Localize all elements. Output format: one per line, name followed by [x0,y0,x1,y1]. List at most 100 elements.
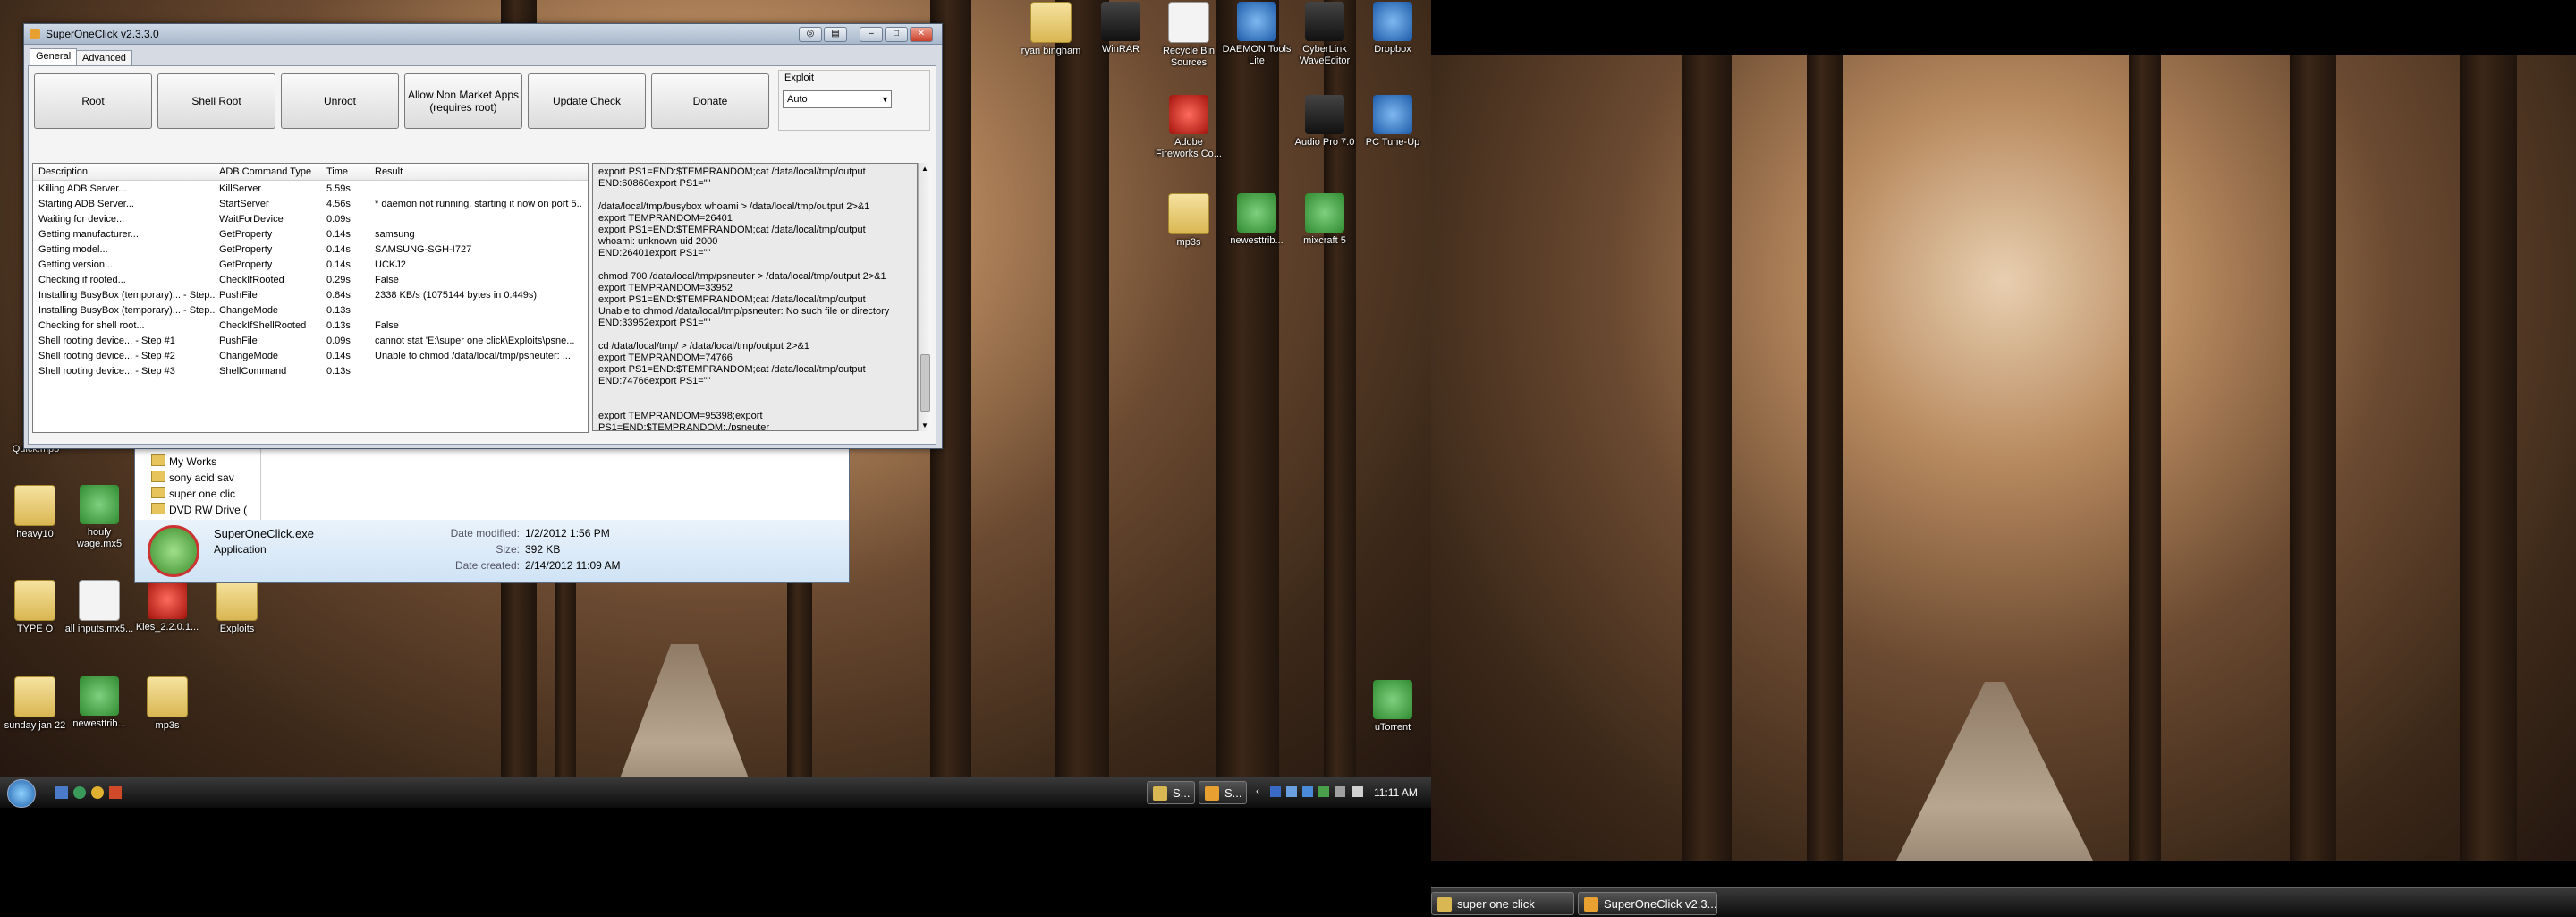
desktop-icon[interactable]: PC Tune-Up [1358,95,1428,149]
desktop-icon[interactable]: WinRAR [1086,2,1156,55]
cell-time: 4.56s [326,199,351,209]
desktop-icon[interactable]: Kies_2.2.0.1... [132,580,202,633]
log-line: PS1=END:$TEMPRANDOM;./psneuter [598,422,770,431]
table-row[interactable]: Getting manufacturer... GetProperty 0.14s s… [33,227,588,242]
desktop-icon[interactable]: Exploits [202,580,272,635]
taskbar-button-superoneclick-app[interactable]: SuperOneClick v2.3.... [1578,892,1717,915]
desktop-icon[interactable]: Dropbox [1358,2,1428,55]
quicklaunch-desktop-icon[interactable] [55,786,68,799]
taskbar-button-superoneclick[interactable]: S... [1199,781,1247,804]
scroll-up-arrow-icon[interactable]: ▲ [921,165,928,173]
table-row[interactable]: Checking if rooted... CheckIfRooted 0.29s F… [33,273,588,288]
root-button[interactable]: Root [34,73,152,129]
tree-item-dvd-drive[interactable]: DVD RW Drive ( [151,502,247,518]
folder-icon [1437,897,1452,912]
taskbar-button-super-one-click-folder[interactable]: super one click [1431,892,1574,915]
desktop-icon-label: Audio Pro 7.0 [1294,137,1355,148]
table-row[interactable]: Installing BusyBox (temporary)... - Step… [33,303,588,318]
tray-dropbox-icon[interactable] [1302,786,1313,797]
quicklaunch-media-icon[interactable] [109,786,122,799]
tray-security-icon[interactable] [1318,786,1329,797]
desktop-icon-label: newesttrib... [72,718,126,729]
desktop-icon[interactable]: heavy10 [0,485,70,540]
log-line: END:26401export PS1="" [598,248,711,259]
desktop-icon[interactable]: sunday jan 22 [0,676,70,732]
size-value: 392 KB [525,543,561,556]
tab-advanced[interactable]: Advanced [76,50,132,65]
close-button[interactable]: ✕ [910,27,933,42]
tree-item-my-works[interactable]: My Works [151,454,216,470]
desktop-icon[interactable]: newesttrib... [1222,193,1292,247]
table-row[interactable]: Starting ADB Server... StartServer 4.56s * … [33,197,588,212]
desktop-icon[interactable]: houly wage.mx5 [64,485,134,550]
desktop-icon[interactable]: Audio Pro 7.0 [1290,95,1360,149]
app-icon [1205,786,1219,801]
cell-time: 0.09s [326,335,351,346]
desktop-icon[interactable]: newesttrib... [64,676,134,730]
minimize-button[interactable]: – [860,27,883,42]
folder-icon [14,676,55,717]
cell-result: UCKJ2 [375,259,406,270]
table-row[interactable]: Getting version... GetProperty 0.14s UCKJ2 [33,258,588,273]
column-description[interactable]: Description [38,164,88,180]
maximize-button[interactable]: □ [885,27,908,42]
desktop-icon[interactable]: DAEMON Tools Lite [1222,2,1292,67]
desktop-icon[interactable]: Recycle Bin Sources [1154,2,1224,69]
cell-command-type: WaitForDevice [219,214,284,225]
table-row[interactable]: Shell rooting device... - Step #3 ShellCo… [33,364,588,379]
clock[interactable]: 11:11 AM [1374,786,1418,799]
tree-item-super-one-click[interactable]: super one clic [151,486,235,502]
desktop-icon[interactable]: CyberLink WaveEditor [1290,2,1360,67]
created-label: Date created: [454,559,520,572]
shell-root-button[interactable]: Shell Root [157,73,275,129]
extra-button-1[interactable]: ◎ [799,27,822,42]
desktop-icon[interactable]: mp3s [1154,193,1224,249]
utorrent-icon [1373,680,1412,719]
log-output[interactable]: export PS1=END:$TEMPRANDOM;cat /data/loc… [592,163,918,431]
folder-icon [216,580,258,621]
desktop-icon[interactable]: mixcraft 5 [1290,193,1360,247]
allow-non-market-apps-button[interactable]: Allow Non Market Apps (requires root) [404,73,522,129]
tray-expand-icon[interactable]: ‹ [1256,785,1259,797]
update-check-button[interactable]: Update Check [528,73,646,129]
tree-item-sony-acid[interactable]: sony acid sav [151,470,234,486]
column-command-type[interactable]: ADB Command Type [219,164,311,180]
tray-volume-icon[interactable] [1352,786,1363,797]
log-line: export PS1=END:$TEMPRANDOM;cat /data/loc… [598,166,866,177]
app-icon [1101,2,1140,41]
quicklaunch-browser-icon[interactable] [73,786,86,799]
exploit-select[interactable]: Auto ▼ [783,90,892,108]
table-row[interactable]: Killing ADB Server... KillServer 5.59s [33,182,588,197]
desktop-icon[interactable]: mp3s [132,676,202,732]
quicklaunch-chrome-icon[interactable] [91,786,104,799]
table-row[interactable]: Checking for shell root... CheckIfShellRo… [33,318,588,334]
desktop-icon[interactable]: TYPE O [0,580,70,635]
cell-result: SAMSUNG-SGH-I727 [375,244,472,255]
tray-bluetooth-icon[interactable] [1270,786,1281,797]
log-line: END:60860export PS1="" [598,178,711,189]
tray-network-icon[interactable] [1286,786,1297,797]
table-row[interactable]: Shell rooting device... - Step #1 PushFil… [33,334,588,349]
extra-button-2[interactable]: ▤ [824,27,847,42]
tab-general[interactable]: General [30,48,78,65]
app-icon [1237,193,1276,233]
column-time[interactable]: Time [326,164,348,180]
app-icon [1237,2,1276,41]
donate-button[interactable]: Donate [651,73,769,129]
scroll-thumb[interactable] [920,354,930,412]
table-row[interactable]: Installing BusyBox (temporary)... - Step… [33,288,588,303]
desktop-icon-utorrent[interactable]: uTorrent [1358,680,1428,734]
desktop-icon[interactable]: Adobe Fireworks Co... [1154,95,1224,160]
log-scrollbar[interactable]: ▲ ▼ [918,163,931,431]
table-row[interactable]: Getting model... GetProperty 0.14s SAMSUNG-… [33,242,588,258]
desktop-icon[interactable]: all inputs.mx5... [64,580,134,635]
start-button[interactable] [7,779,36,808]
table-row[interactable]: Shell rooting device... - Step #2 ChangeM… [33,349,588,364]
taskbar-button-explorer[interactable]: S... [1147,781,1195,804]
scroll-down-arrow-icon[interactable]: ▼ [921,421,928,429]
unroot-button[interactable]: Unroot [281,73,399,129]
column-result[interactable]: Result [375,164,402,180]
table-row[interactable]: Waiting for device... WaitForDevice 0.09s [33,212,588,227]
desktop-icon[interactable]: ryan bingham [1016,2,1086,57]
tray-update-icon[interactable] [1335,786,1345,797]
